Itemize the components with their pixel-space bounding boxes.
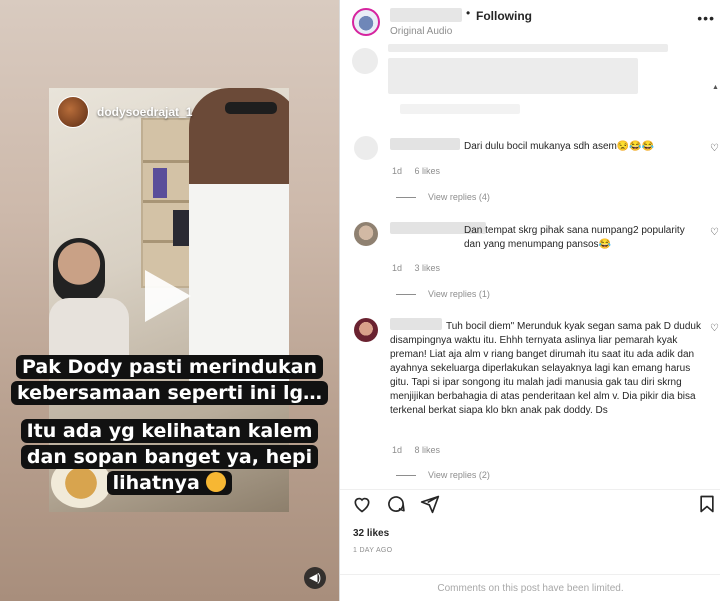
scroll-up-icon[interactable]: ▲ (712, 84, 719, 91)
following-button[interactable]: Following (476, 9, 532, 23)
view-replies-link[interactable]: View replies (1) (396, 289, 490, 299)
header-separator: • (466, 6, 471, 20)
comment-age: 1d (392, 166, 403, 176)
comment-age: 1d (392, 263, 403, 273)
like-heart-icon[interactable]: ♡ (710, 143, 719, 154)
caption-block-2: Itu ada yg kelihatan kalem dan sopan ban… (0, 418, 339, 496)
caption-line: lihatnya (112, 472, 200, 494)
commenter-avatar[interactable] (354, 318, 378, 342)
comments-limited-notice: Comments on this post have been limited. (340, 574, 720, 601)
comment-text: Dan tempat skrg pihak sana numpang2 popu… (464, 225, 685, 250)
commenter-avatar[interactable] (354, 222, 378, 246)
redacted-text (388, 44, 668, 52)
post-media[interactable]: dodysoedrajat_1 Pak Dody pasti merinduka… (0, 0, 339, 601)
caption-line: dan sopan banget ya, hepi (20, 445, 319, 469)
view-replies-label[interactable]: View replies (2) (428, 470, 490, 480)
view-replies-label[interactable]: View replies (4) (428, 192, 490, 202)
like-heart-icon[interactable]: ♡ (710, 323, 719, 334)
like-heart-icon[interactable]: ♡ (710, 227, 719, 238)
uploader-name[interactable]: dodysoedrajat_1 (97, 105, 192, 119)
smiling-face-icon (206, 472, 227, 492)
comment-likes[interactable]: 6 likes (415, 166, 441, 176)
comment-meta: 1d 6 likes (392, 166, 450, 176)
comment-likes[interactable]: 8 likes (415, 445, 441, 455)
caption-line: Itu ada yg kelihatan kalem (20, 419, 319, 443)
video-person-girl (53, 238, 105, 302)
comments-list[interactable]: ▲ Dari dulu bocil mukanya sdh asem😒😂😂 ♡ … (340, 44, 720, 489)
comment-age: 1d (392, 445, 403, 455)
caption-line: kebersamaan seperti ini lg… (10, 381, 329, 405)
caption-block-1: Pak Dody pasti merindukan kebersamaan se… (0, 354, 339, 406)
commenter-name-redacted[interactable] (390, 138, 460, 150)
share-icon[interactable] (420, 494, 440, 514)
post-header: • Following Original Audio ••• (340, 0, 720, 44)
commenter-avatar[interactable] (354, 136, 378, 160)
redacted-text (400, 104, 520, 114)
comment-meta: 1d 3 likes (392, 263, 450, 273)
video-uploader[interactable]: dodysoedrajat_1 (57, 96, 192, 128)
likes-count[interactable]: 32 likes (353, 528, 389, 539)
comment-text: Dari dulu bocil mukanya sdh asem😒😂😂 (464, 141, 655, 152)
comment-likes[interactable]: 3 likes (415, 263, 441, 273)
bookmark-icon[interactable] (697, 494, 717, 514)
comments-panel: • Following Original Audio ••• ▲ Dari du… (339, 0, 720, 601)
audio-label[interactable]: Original Audio (390, 26, 452, 37)
author-avatar[interactable] (352, 8, 380, 36)
comment-icon[interactable] (386, 494, 406, 514)
more-options-icon[interactable]: ••• (697, 10, 715, 26)
redacted-text (388, 58, 638, 94)
redacted-avatar (352, 48, 378, 74)
view-replies-link[interactable]: View replies (2) (396, 470, 490, 480)
comment-text: Tuh bocil diem" Merunduk kyak segan sama… (390, 321, 701, 416)
play-icon[interactable] (145, 270, 191, 322)
post-actions: 32 likes 1 DAY AGO Comments on this post… (340, 489, 720, 601)
view-replies-label[interactable]: View replies (1) (428, 289, 490, 299)
heart-icon[interactable] (352, 494, 372, 514)
author-name-redacted[interactable] (390, 8, 462, 22)
caption-line: Pak Dody pasti merindukan (15, 355, 324, 379)
speaker-icon[interactable]: ◀) (304, 567, 326, 589)
comment-meta: 1d 8 likes (392, 445, 450, 455)
post-date: 1 DAY AGO (353, 547, 393, 554)
video-person-man (189, 88, 289, 388)
view-replies-link[interactable]: View replies (4) (396, 192, 490, 202)
uploader-avatar[interactable] (57, 96, 89, 128)
